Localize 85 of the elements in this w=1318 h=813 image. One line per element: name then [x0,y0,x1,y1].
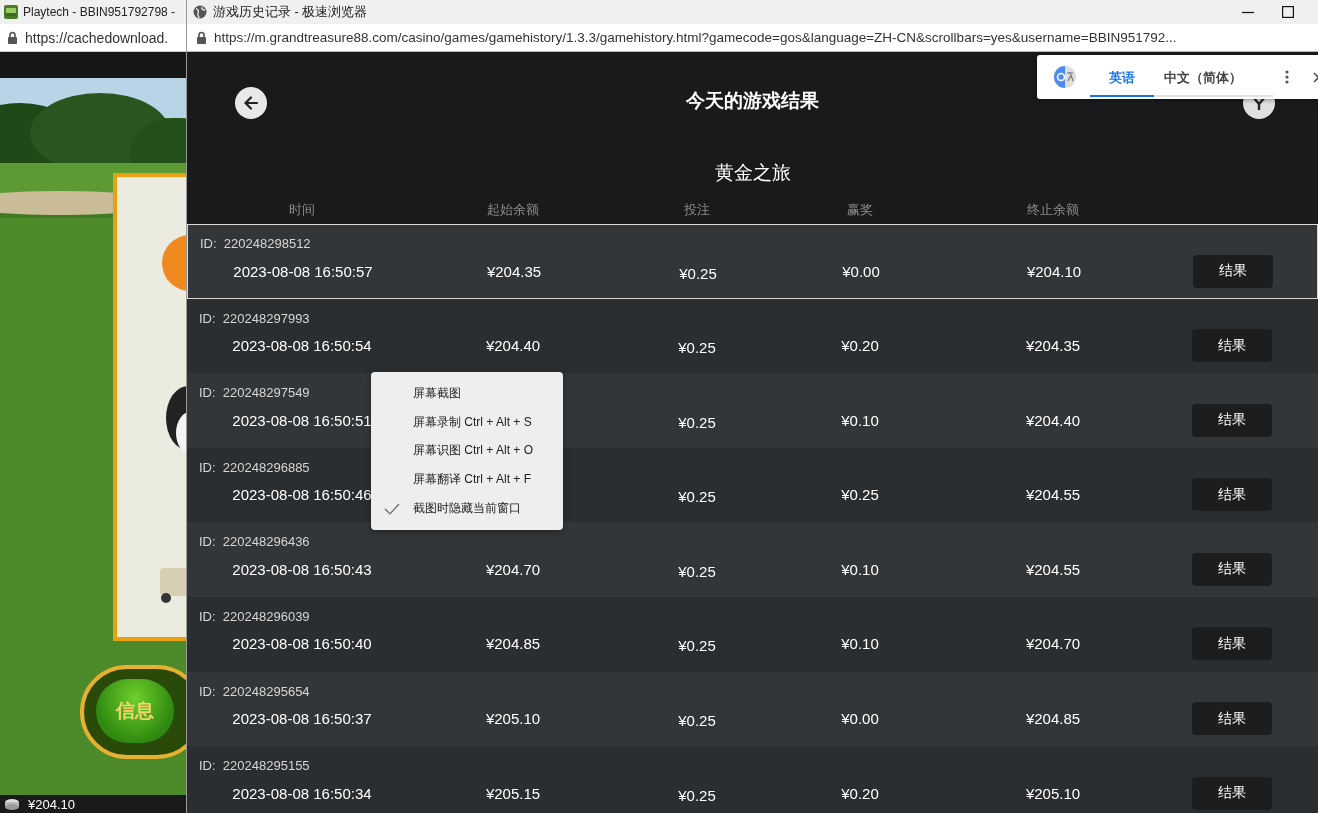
amount-cell: ¥0.00 [842,262,880,280]
amount-cell: ¥204.55 [1025,486,1081,504]
back-button[interactable] [235,87,267,119]
arrow-left-icon [242,94,260,112]
amount-cell: ¥205.15 [485,784,541,802]
amount-cell: ¥0.25 [678,339,716,357]
amount-cell: ¥0.00 [841,710,879,728]
amount-cell: ¥204.35 [1025,337,1081,355]
time-cell: 2023-08-08 16:50:46 [232,486,372,504]
amount-cell: ¥205.10 [485,710,541,728]
result-button[interactable]: 结果 [1193,254,1273,288]
amount-cell: ¥204.10 [1026,262,1082,280]
lock-icon [195,30,208,45]
amount-cell: ¥204.40 [485,337,541,355]
time-cell: 2023-08-08 16:50:40 [232,635,372,653]
history-row[interactable]: ID: 220248296436 2023-08-08 16:50:43 ¥204.70 ¥0.25 ¥0.10 ¥204.55 结果 [187,522,1318,597]
result-button[interactable]: 结果 [1192,552,1272,586]
history-row[interactable]: ID: 220248297993 2023-08-08 16:50:54 ¥204.40 ¥0.25 ¥0.20 ¥204.35 结果 [187,298,1318,374]
amount-cell: ¥0.20 [841,337,879,355]
history-row[interactable]: ID: 220248295155 2023-08-08 16:50:34 ¥205.15 ¥0.25 ¥0.20 ¥205.10 结果 [187,746,1318,813]
coins-icon [4,798,20,810]
result-button[interactable]: 结果 [1192,702,1272,736]
column-header: 投注 [684,201,710,219]
result-button[interactable]: 结果 [1192,776,1272,810]
menu-item[interactable]: 截图时隐藏当前窗口 [413,500,521,518]
record-id: ID: 220248295155 [198,758,310,774]
record-id: ID: 220248295654 [198,683,310,699]
amount-cell: ¥0.25 [678,637,716,655]
amount-cell: ¥204.40 [1025,411,1081,429]
time-cell: 2023-08-08 16:50:34 [232,784,372,802]
result-button[interactable]: 结果 [1192,627,1272,661]
result-button[interactable]: 结果 [1192,329,1272,363]
amount-cell: ¥0.25 [678,562,716,580]
translate-icon [1054,66,1076,88]
record-id: ID: 220248296436 [198,534,310,550]
amount-cell: ¥205.10 [1025,784,1081,802]
record-id: ID: 220248296885 [198,459,310,475]
result-button[interactable]: 结果 [1192,403,1272,437]
column-header: 时间 [289,201,315,219]
amount-cell: ¥0.25 [678,712,716,730]
balance-text: ¥204.10 [28,796,75,812]
amount-cell: ¥204.35 [486,262,542,280]
amount-cell: ¥0.25 [841,486,879,504]
window-title: 游戏历史记录 - 极速浏览器 [213,3,368,21]
amount-cell: ¥0.10 [841,411,879,429]
game-name: 黄金之旅 [713,161,792,185]
column-header: 起始余额 [487,201,539,219]
amount-cell: ¥204.55 [1025,560,1081,578]
column-header: 终止余额 [1027,201,1079,219]
amount-cell: ¥204.85 [485,635,541,653]
amount-cell: ¥0.25 [678,488,716,506]
history-row[interactable]: ID: 220248296039 2023-08-08 16:50:40 ¥204.85 ¥0.25 ¥0.10 ¥204.70 结果 [187,596,1318,672]
time-cell: 2023-08-08 16:50:51 [232,411,372,429]
amount-cell: ¥0.20 [841,784,879,802]
amount-cell: ¥0.10 [841,635,879,653]
amount-cell: ¥0.10 [841,560,879,578]
history-row[interactable]: ID: 220248295654 2023-08-08 16:50:37 ¥205.10 ¥0.25 ¥0.00 ¥204.85 结果 [187,671,1318,747]
amount-cell: ¥0.25 [678,786,716,804]
maximize-icon[interactable] [1282,6,1294,18]
time-cell: 2023-08-08 16:50:37 [232,710,372,728]
menu-item[interactable]: 屏幕截图 [413,384,461,402]
amount-cell: ¥0.25 [679,264,717,282]
page-title: 今天的游戏结果 [686,89,819,113]
lock-icon [6,30,19,45]
menu-item[interactable]: 屏幕录制 Ctrl + Alt + S [413,413,532,431]
amount-cell: ¥204.70 [485,560,541,578]
more-icon[interactable] [1285,70,1289,84]
amount-cell: ¥0.25 [678,413,716,431]
globe-icon [193,5,207,19]
time-cell: 2023-08-08 16:50:43 [232,560,372,578]
record-id: ID: 220248297549 [198,385,310,401]
time-cell: 2023-08-08 16:50:54 [232,337,372,355]
menu-item[interactable]: 屏幕翻译 Ctrl + Alt + F [413,471,532,489]
language-tab[interactable]: 中文（简体） [1154,61,1252,97]
record-id: ID: 220248296039 [198,608,310,624]
game-icon [4,5,18,19]
record-id: ID: 220248298512 [199,236,311,251]
amount-cell: ¥204.85 [1025,710,1081,728]
history-row[interactable]: ID: 220248298512 2023-08-08 16:50:57 ¥204.35 ¥0.25 ¥0.00 ¥204.10 结果 [187,224,1318,299]
result-button[interactable]: 结果 [1192,478,1272,512]
column-header: 赢奖 [847,201,873,219]
record-id: ID: 220248297993 [198,310,310,326]
time-cell: 2023-08-08 16:50:57 [233,262,373,280]
amount-cell: ¥204.70 [1025,635,1081,653]
language-tab[interactable]: 英语 [1090,61,1154,97]
